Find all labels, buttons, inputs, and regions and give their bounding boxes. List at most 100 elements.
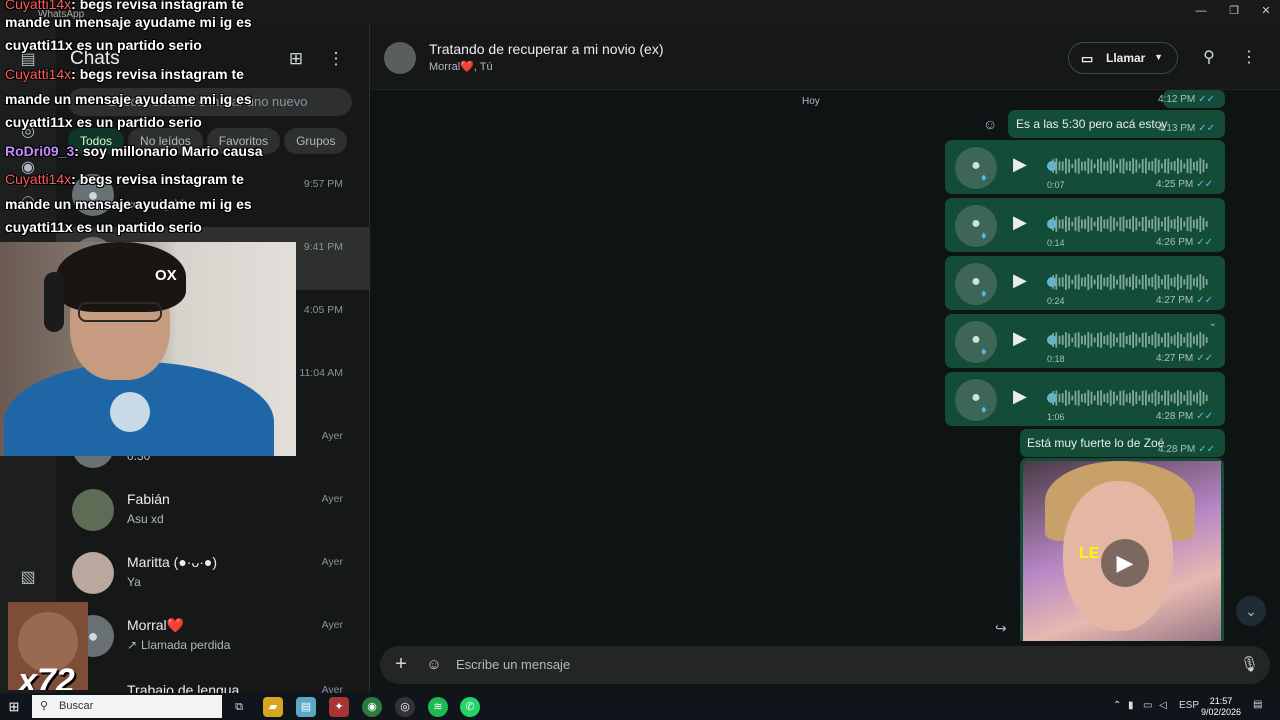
taskbar-search[interactable]: ⚲ Buscar: [32, 695, 222, 718]
chat-row-maritta[interactable]: Maritta (●·ᴗ·●) Ya Ayer: [56, 542, 370, 605]
mic-icon[interactable]: 🎙: [1240, 655, 1259, 675]
play-icon[interactable]: ▶: [1013, 386, 1031, 408]
waveform[interactable]: [1049, 331, 1209, 349]
scroll-down-button[interactable]: ⌄: [1236, 596, 1266, 626]
spotify-icon[interactable]: ≋: [428, 697, 448, 717]
play-icon[interactable]: ▶: [1013, 328, 1031, 350]
call-button[interactable]: ▭ Llamar ▼: [1068, 42, 1178, 74]
message-area[interactable]: Hoy 4:12 PM ✓✓ ☺ Es a las 5:30 pero acá e…: [370, 90, 1280, 641]
waveform-bar: [1145, 158, 1147, 174]
chat-row-trabajo[interactable]: Trabajo de lengua Ayer: [56, 668, 370, 693]
file-explorer-icon[interactable]: ▰: [263, 697, 283, 717]
waveform-bar: [1109, 216, 1112, 232]
emoji-reaction-icon[interactable]: ☺: [983, 116, 997, 132]
shirt-logo: [110, 392, 150, 432]
minimize-button[interactable]: —: [1193, 4, 1209, 18]
chevron-down-icon[interactable]: ⌄: [1209, 318, 1217, 329]
voice-message[interactable]: ● ♦ ▶ 0:14 4:26 PM ✓✓: [945, 198, 1225, 252]
message-bubble[interactable]: Es a las 5:30 pero acá estoy 4:13 PM ✓✓: [1008, 110, 1225, 138]
waveform-bar: [1097, 159, 1099, 173]
voice-message[interactable]: ● ♦ ▶ ⌄ 0:18 4:27 PM ✓✓: [945, 314, 1225, 368]
voice-message[interactable]: ● ♦ ▶ 0:24 4:27 PM ✓✓: [945, 256, 1225, 310]
menu-icon[interactable]: ⋮: [325, 48, 347, 70]
waveform-bar: [1093, 163, 1096, 169]
waveform-bar: [1109, 332, 1112, 348]
message-bubble[interactable]: Está muy fuerte lo de Zoé 4:28 PM ✓✓: [1020, 429, 1225, 457]
waveform-bar: [1068, 275, 1070, 289]
close-button[interactable]: ✕: [1258, 4, 1274, 18]
stream-chat-line: RoDri09_3: soy millonario Mario causa: [5, 143, 263, 159]
waveform-bar: [1087, 158, 1090, 174]
waveform-bar: [1164, 216, 1166, 232]
waveform-bar: [1129, 392, 1131, 404]
waveform-bar: [1202, 159, 1205, 173]
waveform-bar: [1189, 274, 1192, 290]
waveform-bar: [1074, 217, 1077, 231]
waveform-bar: [1065, 158, 1067, 174]
waveform-bar: [1052, 333, 1054, 347]
mic-tray-icon[interactable]: ▮: [1128, 700, 1134, 711]
tray-chevron-icon[interactable]: ⌃: [1113, 700, 1121, 711]
play-icon[interactable]: ▶: [1101, 539, 1149, 587]
attach-icon[interactable]: +: [392, 654, 410, 675]
app-icon[interactable]: ✦: [329, 697, 349, 717]
waveform-bar: [1068, 217, 1070, 231]
voice-message[interactable]: ● ♦ ▶ 1:06 4:28 PM ✓✓: [945, 372, 1225, 426]
video-thumbnail[interactable]: LE ▶: [1023, 461, 1221, 641]
waveform[interactable]: [1049, 273, 1209, 291]
conversation-title[interactable]: Tratando de recuperar a mi novio (ex): [429, 41, 663, 57]
waveform-bar: [1148, 336, 1150, 344]
waveform-bar: [1071, 221, 1074, 227]
waveform[interactable]: [1049, 389, 1209, 407]
play-icon[interactable]: ▶: [1013, 154, 1031, 176]
chat-row-morral[interactable]: ● Morral❤️ Llamada perdida ↗ Ayer: [56, 605, 370, 668]
sticker-icon[interactable]: ☺: [425, 656, 443, 674]
voice-message[interactable]: ● ♦ ▶ 0:07 4:25 PM ✓✓: [945, 140, 1225, 194]
whatsapp-icon[interactable]: ✆: [460, 697, 480, 717]
waveform-bar: [1116, 163, 1118, 169]
waveform[interactable]: [1049, 215, 1209, 233]
search-icon[interactable]: ⚲: [1199, 48, 1219, 68]
group-avatar[interactable]: [384, 42, 416, 74]
waveform-bar: [1148, 219, 1150, 229]
obs-icon[interactable]: ◎: [395, 697, 415, 717]
play-icon[interactable]: ▶: [1013, 270, 1031, 292]
task-view-icon[interactable]: ⧉: [229, 697, 249, 717]
video-overlay-text: LE: [1079, 545, 1100, 562]
notepad-icon[interactable]: ▤: [296, 697, 316, 717]
volume-icon[interactable]: ◁: [1159, 700, 1167, 711]
stream-chat-line: Cuyatti14x: begs revisa instagram te: [5, 171, 244, 187]
waveform-bar: [1145, 332, 1147, 348]
clock[interactable]: 21:57 9/02/2026: [1195, 696, 1247, 718]
message-time: 4:26 PM ✓✓: [1155, 237, 1213, 248]
notifications-icon[interactable]: ▤: [1253, 699, 1262, 710]
taskbar-search-label: Buscar: [59, 700, 94, 712]
chat-row-fabian[interactable]: Fabián Asu xd Ayer: [56, 479, 370, 542]
waveform-bar: [1093, 337, 1096, 343]
media-icon[interactable]: ▧: [16, 566, 40, 590]
waveform-bar: [1109, 390, 1112, 406]
network-icon[interactable]: ▭: [1143, 700, 1152, 711]
waveform-bar: [1157, 217, 1160, 231]
waveform[interactable]: [1049, 157, 1209, 175]
waveform-bar: [1186, 332, 1189, 348]
menu-icon[interactable]: ⋮: [1239, 48, 1259, 68]
waveform-bar: [1170, 219, 1173, 229]
play-icon[interactable]: ▶: [1013, 212, 1031, 234]
filter-groups[interactable]: Grupos: [284, 128, 348, 154]
message-bubble[interactable]: 4:12 PM ✓✓: [1158, 90, 1225, 108]
waveform-bar: [1129, 276, 1131, 288]
windows-start-icon[interactable]: ⊞: [6, 699, 22, 715]
waveform-bar: [1196, 392, 1198, 404]
message-input[interactable]: Escribe un mensaje: [456, 657, 570, 672]
new-chat-icon[interactable]: ⊞: [285, 48, 307, 70]
forward-icon[interactable]: ↪: [995, 620, 1013, 636]
mic-icon: ♦: [981, 404, 987, 416]
waveform-bar: [1058, 277, 1061, 287]
chrome-icon[interactable]: ◉: [362, 697, 382, 717]
video-message[interactable]: LE ▶: [1020, 458, 1224, 641]
maximize-button[interactable]: ❐: [1226, 4, 1242, 18]
waveform-bar: [1202, 392, 1205, 404]
clock-time: 21:57: [1209, 696, 1233, 706]
waveform-bar: [1109, 158, 1112, 174]
